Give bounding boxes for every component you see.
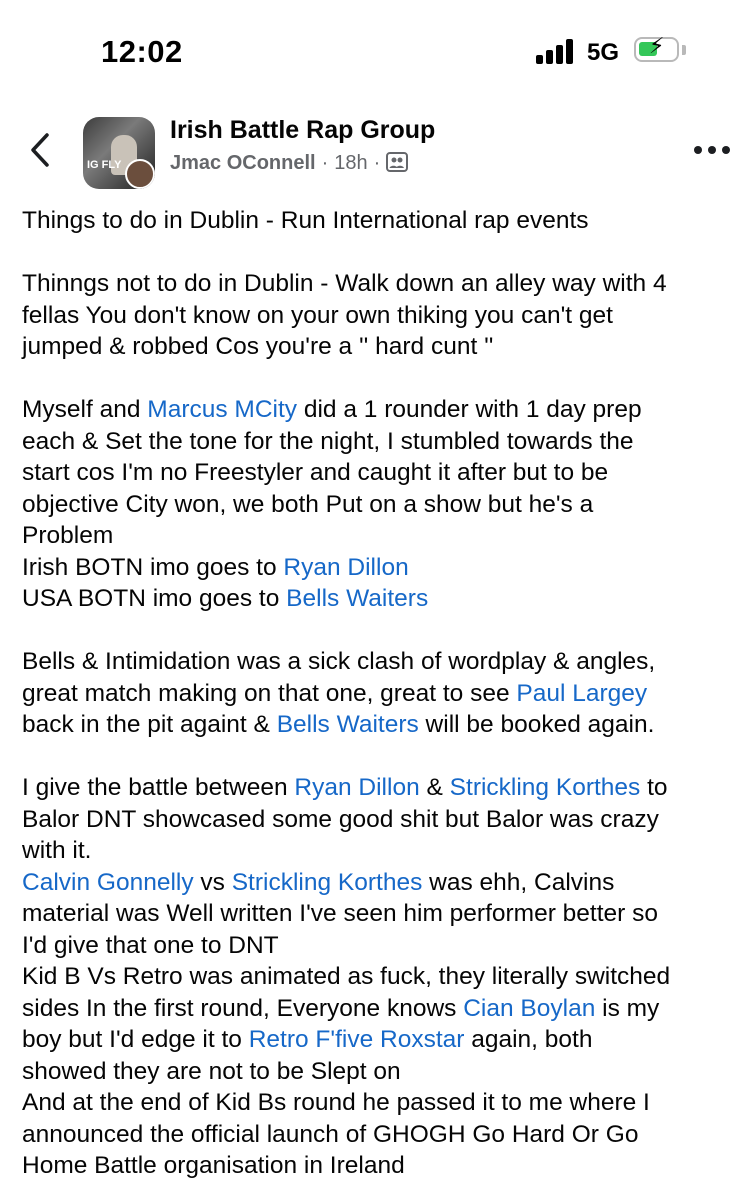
- post-line: Calvin Gonnelly vs Strickling Korthes wa…: [22, 868, 615, 896]
- post-line: material was Well written I've seen him …: [22, 900, 659, 927]
- post-line: Myself and Marcus MCity did a 1 rounder …: [22, 396, 642, 423]
- post-line: start cos I'm no Freestyler and caught i…: [22, 459, 609, 486]
- mention-bells-waiters[interactable]: Bells Waiters: [286, 585, 428, 612]
- status-bar: 12:02 5G ⚡: [0, 0, 755, 100]
- post-line: great match making on that one, great to…: [22, 679, 648, 707]
- post-line: fellas You don't know on your own thikin…: [22, 301, 613, 329]
- battery-charging-icon: ⚡: [634, 35, 679, 62]
- post-line: Irish BOTN imo goes to Ryan Dillon: [22, 553, 409, 581]
- mention-strickling-korthes[interactable]: Strickling Korthes: [450, 774, 641, 801]
- post-line: Thinngs not to do in Dublin - Walk down …: [22, 270, 667, 297]
- mention-cian-boylan[interactable]: Cian Boylan: [463, 995, 595, 1022]
- mention-calvin-gonnelly[interactable]: Calvin Gonnelly: [22, 869, 194, 896]
- network-label: 5G: [587, 39, 620, 66]
- mention-ryan-dillon[interactable]: Ryan Dillon: [283, 554, 408, 581]
- post-line: each & Set the tone for the night, I stu…: [22, 427, 634, 455]
- mention-marcus-mcity[interactable]: Marcus MCity: [147, 396, 297, 423]
- author-name[interactable]: Jmac OConnell: [170, 152, 316, 174]
- more-dots-icon[interactable]: [694, 144, 734, 156]
- post-line: I'd give that one to DNT: [22, 931, 279, 959]
- post-line: jumped & robbed Cos you're a '' hard cun…: [22, 333, 494, 360]
- status-time: 12:02: [101, 34, 183, 69]
- signal-icon: [536, 38, 576, 64]
- post-line: boy but I'd edge it to Retro F'five Roxs…: [22, 1026, 593, 1053]
- author-avatar[interactable]: [125, 159, 155, 189]
- post-line: I give the battle between Ryan Dillon & …: [22, 774, 668, 801]
- post-header: IG FLY Irish Battle Rap Group Jmac OConn…: [0, 110, 755, 190]
- group-avatar[interactable]: IG FLY: [83, 117, 155, 189]
- post-line: Home Battle organisation in Ireland: [22, 1152, 405, 1179]
- post-line: And at the end of Kid Bs round he passed…: [22, 1089, 650, 1116]
- post-body: Things to do in Dublin - Run Internation…: [22, 205, 742, 1182]
- post-line: USA BOTN imo goes to Bells Waiters: [22, 585, 429, 612]
- battery-cap: [682, 45, 686, 55]
- post-line: Bells & Intimidation was a sick clash of…: [22, 648, 656, 675]
- post-line: sides In the first round, Everyone knows…: [22, 994, 660, 1022]
- post-line: back in the pit againt & Bells Waiters w…: [22, 711, 655, 738]
- mention-bells-waiters[interactable]: Bells Waiters: [277, 711, 419, 738]
- post-line: with it.: [22, 837, 92, 864]
- mention-retro-ffive-roxstar[interactable]: Retro F'five Roxstar: [249, 1026, 465, 1053]
- post-line: announced the official launch of GHOGH G…: [22, 1120, 639, 1148]
- mention-ryan-dillon[interactable]: Ryan Dillon: [294, 774, 419, 801]
- post-line: Kid B Vs Retro was animated as fuck, the…: [22, 963, 671, 990]
- post-line: Things to do in Dublin - Run Internation…: [22, 207, 589, 234]
- post-byline: Jmac OConnell · 18h ·: [170, 152, 409, 178]
- post-line: Problem: [22, 522, 114, 549]
- mention-paul-largey[interactable]: Paul Largey: [516, 680, 647, 707]
- post-line: Balor DNT showcased some good shit but B…: [22, 805, 659, 833]
- group-members-icon: [386, 152, 409, 178]
- post-line: objective City won, we both Put on a sho…: [22, 490, 594, 518]
- post-time[interactable]: 18h: [334, 152, 367, 174]
- back-chevron-icon[interactable]: [27, 130, 57, 170]
- mention-strickling-korthes[interactable]: Strickling Korthes: [232, 869, 423, 896]
- group-name[interactable]: Irish Battle Rap Group: [170, 116, 435, 145]
- post-line: showed they are not to be Slept on: [22, 1057, 401, 1085]
